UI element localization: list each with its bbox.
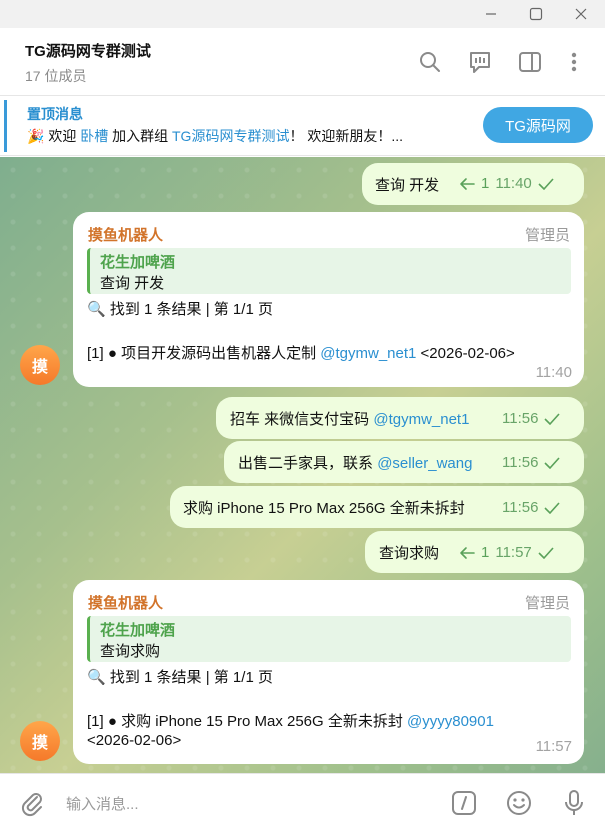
message-outgoing[interactable]: 查询求购 1 11:57: [365, 531, 584, 573]
result-item-link[interactable]: @tgymw_net1: [320, 345, 416, 362]
message-body: 招车 来微信支付宝码: [230, 411, 370, 428]
reply-quote[interactable]: 花生加啤酒 查询求购: [87, 616, 571, 662]
quote-sender: 花生加啤酒: [100, 254, 176, 271]
chat-area[interactable]: 查询 开发 1 11:40 摸 摸鱼机器人 管理员 花生加啤酒 查询 开发 🔍 …: [0, 157, 605, 773]
message-input[interactable]: 输入消息...: [66, 793, 139, 814]
message-incoming[interactable]: 摸鱼机器人 管理员 花生加啤酒 查询 开发 🔍 找到 1 条结果 | 第 1/1…: [73, 212, 584, 387]
result-line: 🔍 找到 1 条结果 | 第 1/1 页: [87, 666, 273, 687]
reply-count[interactable]: 1: [481, 175, 489, 192]
message-time: 11:40: [535, 364, 572, 381]
admin-badge: 管理员: [524, 227, 570, 244]
emoji-icon[interactable]: [504, 788, 534, 818]
result-item: [1] ● 求购 iPhone 15 Pro Max 256G 全新未拆封 @y…: [87, 710, 494, 731]
check-icon: [544, 412, 561, 425]
message-meta: 11:56: [502, 410, 561, 427]
message-link[interactable]: @seller_wang: [377, 455, 472, 472]
topic-icon[interactable]: [466, 48, 494, 76]
attach-icon[interactable]: [17, 788, 47, 818]
message-time: 11:57: [535, 738, 572, 755]
pinned-indicator: [4, 100, 7, 152]
sender-name[interactable]: 摸鱼机器人: [88, 592, 163, 613]
sender-name[interactable]: 摸鱼机器人: [88, 224, 163, 245]
message-time: 11:40: [495, 175, 532, 192]
pinned-message-bar[interactable]: 置顶消息 🎉 欢迎 卧槽 加入群组 TG源码网专群测试！ 欢迎新朋友！... T…: [0, 96, 605, 156]
close-icon[interactable]: [566, 4, 596, 24]
message-body: 出售二手家具，联系: [238, 455, 374, 472]
pinned-user[interactable]: 卧槽: [80, 128, 108, 144]
party-emoji: 🎉: [27, 128, 45, 144]
message-text: 出售二手家具，联系 @seller_wang: [238, 452, 472, 473]
pinned-tail: ！ 欢迎新朋友！...: [289, 128, 404, 144]
pinned-join: 加入群组: [112, 128, 169, 144]
search-icon[interactable]: [416, 48, 444, 76]
message-outgoing[interactable]: 招车 来微信支付宝码 @tgymw_net1 11:56: [216, 397, 584, 439]
result-item-date: <2026-02-06>: [87, 732, 182, 749]
message-time: 11:56: [502, 499, 539, 516]
avatar[interactable]: 摸: [20, 721, 60, 761]
message-composer: 输入消息...: [0, 773, 605, 832]
pinned-action-button[interactable]: TG源码网: [483, 107, 593, 143]
message-time: 11:56: [502, 410, 539, 427]
chat-header[interactable]: TG源码网专群测试 17 位成员: [0, 28, 605, 96]
search-result-icon: 🔍: [87, 301, 106, 318]
pinned-group[interactable]: TG源码网专群测试: [172, 128, 289, 144]
minimize-icon[interactable]: [476, 4, 506, 24]
result-summary: 找到 1 条结果 | 第 1/1 页: [109, 669, 273, 686]
result-line: 🔍 找到 1 条结果 | 第 1/1 页: [87, 298, 273, 319]
reply-quote[interactable]: 花生加啤酒 查询 开发: [87, 248, 571, 294]
avatar[interactable]: 摸: [20, 345, 60, 385]
microphone-icon[interactable]: [559, 788, 589, 818]
message-time: 11:57: [495, 544, 532, 561]
reply-icon[interactable]: [459, 177, 475, 191]
message-text: 招车 来微信支付宝码 @tgymw_net1: [230, 408, 469, 429]
member-count: 17 位成员: [25, 68, 87, 84]
message-text: 查询求购: [379, 545, 440, 562]
result-item-date: <2026-02-06>: [420, 345, 515, 362]
message-time: 11:56: [502, 454, 539, 471]
reply-count[interactable]: 1: [481, 544, 489, 561]
window-titlebar: [0, 0, 605, 28]
message-incoming[interactable]: 摸鱼机器人 管理员 花生加啤酒 查询求购 🔍 找到 1 条结果 | 第 1/1 …: [73, 580, 584, 764]
message-meta: 1 11:57: [459, 544, 554, 561]
result-item-link[interactable]: @yyyy80901: [407, 713, 494, 730]
maximize-icon[interactable]: [521, 4, 551, 24]
message-outgoing[interactable]: 出售二手家具，联系 @seller_wang 11:56: [224, 441, 584, 483]
commands-icon[interactable]: [449, 788, 479, 818]
check-icon: [544, 456, 561, 469]
message-meta: 11:56: [502, 454, 561, 471]
quote-text: 查询 开发: [100, 275, 165, 292]
chat-title[interactable]: TG源码网专群测试: [25, 40, 151, 61]
message-link[interactable]: @tgymw_net1: [373, 411, 469, 428]
result-item-text: [1] ● 项目开发源码出售机器人定制: [87, 345, 317, 362]
check-icon: [538, 177, 554, 190]
message-outgoing[interactable]: 查询 开发 1 11:40: [362, 163, 584, 205]
pinned-welcome: 欢迎: [48, 128, 77, 144]
message-meta: 1 11:40: [459, 175, 554, 192]
pinned-text[interactable]: 🎉 欢迎 卧槽 加入群组 TG源码网专群测试！ 欢迎新朋友！...: [27, 126, 467, 146]
quote-text: 查询求购: [100, 643, 161, 660]
result-summary: 找到 1 条结果 | 第 1/1 页: [109, 301, 273, 318]
reply-icon[interactable]: [459, 546, 475, 560]
check-icon: [538, 546, 554, 559]
admin-badge: 管理员: [524, 595, 570, 612]
message-meta: 11:56: [502, 499, 561, 516]
result-item: [1] ● 项目开发源码出售机器人定制 @tgymw_net1 <2026-02…: [87, 342, 515, 363]
message-text: 查询 开发: [375, 177, 440, 194]
result-item-text: [1] ● 求购 iPhone 15 Pro Max 256G 全新未拆封: [87, 713, 403, 730]
pinned-title: 置顶消息: [27, 106, 83, 122]
search-result-icon: 🔍: [87, 669, 106, 686]
sidebar-icon[interactable]: [516, 48, 544, 76]
message-outgoing[interactable]: 求购 iPhone 15 Pro Max 256G 全新未拆封 11:56: [170, 486, 584, 528]
message-text: 求购 iPhone 15 Pro Max 256G 全新未拆封: [183, 500, 465, 517]
check-icon: [544, 501, 561, 514]
quote-sender: 花生加啤酒: [100, 622, 176, 639]
more-icon[interactable]: [560, 48, 588, 76]
